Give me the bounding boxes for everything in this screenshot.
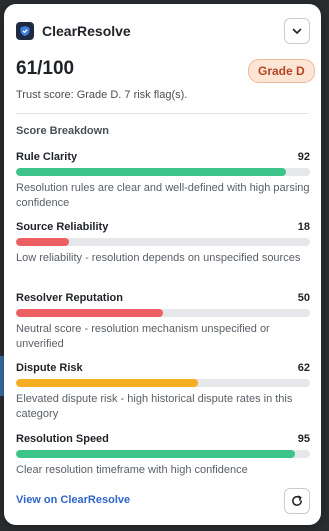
metric-bar-fill <box>16 309 163 317</box>
refresh-button[interactable] <box>284 488 310 514</box>
chevron-down-icon <box>292 28 302 34</box>
metric-bar-track <box>16 309 310 317</box>
metric-description: Neutral score - resolution mechanism uns… <box>16 323 270 350</box>
metric-score: 50 <box>297 292 310 304</box>
metric-bar-fill <box>16 238 69 246</box>
metric-score: 92 <box>297 151 310 163</box>
metric-bar-track <box>16 168 310 176</box>
trust-score-summary: Trust score: Grade D. 7 risk flag(s). <box>16 89 188 101</box>
metric-name: Source Reliability <box>16 221 109 233</box>
collapse-button[interactable] <box>284 18 310 44</box>
metric-bar-fill <box>16 450 296 458</box>
view-on-clearresolve-link[interactable]: View on ClearResolve <box>16 494 130 506</box>
trust-score-panel: ClearResolve 61/100 Grade D Trust score:… <box>4 4 321 525</box>
shield-check-icon <box>16 22 34 40</box>
brand-name: ClearResolve <box>42 23 131 39</box>
panel-header: ClearResolve <box>4 4 321 52</box>
metric-description: Clear resolution timeframe with high con… <box>16 464 248 476</box>
refresh-icon <box>292 495 302 506</box>
metric-score: 18 <box>297 221 310 233</box>
metric-name: Dispute Risk <box>16 362 83 374</box>
metric-name: Rule Clarity <box>16 151 78 163</box>
metric-bar-track <box>16 450 310 458</box>
score-breakdown-title: Score Breakdown <box>16 125 109 137</box>
metric-bar-track <box>16 238 310 246</box>
metric-description: Resolution rules are clear and well-defi… <box>16 182 310 209</box>
metric-name: Resolver Reputation <box>16 292 123 304</box>
metric-description: Elevated dispute risk - high historical … <box>16 393 293 420</box>
grade-badge: Grade D <box>248 59 315 83</box>
metric-bar-fill <box>16 168 287 176</box>
metric-score: 62 <box>297 362 310 374</box>
metric-bar-track <box>16 379 310 387</box>
metric-description: Low reliability - resolution depends on … <box>16 252 301 264</box>
metric-score: 95 <box>297 433 310 445</box>
divider <box>16 113 309 114</box>
trust-score-value: 61/100 <box>16 58 75 79</box>
metric-name: Resolution Speed <box>16 433 109 445</box>
metric-bar-fill <box>16 379 199 387</box>
